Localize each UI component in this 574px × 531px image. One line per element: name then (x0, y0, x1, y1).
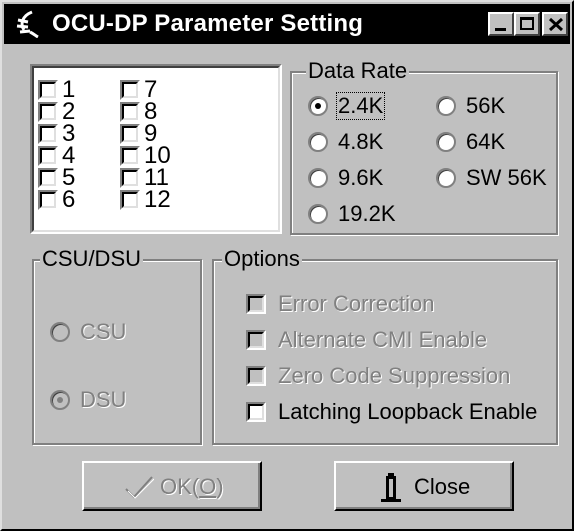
data-rate-2-4k-radio[interactable] (308, 96, 328, 116)
close-button-label: Close (414, 474, 471, 499)
ok-button-label: OK(O) (160, 474, 224, 499)
channel-12-checkbox[interactable] (120, 190, 140, 210)
channel-2-checkbox[interactable] (38, 102, 58, 122)
zero-code-suppression-label: Zero Code Suppression (278, 363, 511, 388)
title-bar[interactable]: OCU-DP Parameter Setting (4, 4, 570, 44)
zero-code-suppression-checkbox[interactable] (246, 366, 266, 386)
channel-6-checkbox[interactable] (38, 190, 58, 210)
data-rate-4-8k-radio[interactable] (308, 132, 328, 152)
door-exit-icon (381, 473, 401, 502)
data-rate-64k-radio[interactable] (436, 132, 456, 152)
channel-9-checkbox[interactable] (120, 124, 140, 144)
data-rate-19-2k-label[interactable]: 19.2K (338, 202, 396, 226)
channel-8-checkbox[interactable] (120, 102, 140, 122)
error-correction-checkbox[interactable] (246, 294, 266, 314)
data-rate-9-6k-radio[interactable] (308, 168, 328, 188)
minimize-button[interactable] (488, 12, 514, 36)
data-rate-legend: Data Rate (306, 58, 410, 83)
data-rate-64k-label[interactable]: 64K (466, 130, 505, 154)
dsu-radio[interactable] (50, 390, 70, 410)
data-rate-9-6k-label[interactable]: 9.6K (338, 166, 383, 190)
dsu-label: DSU (80, 387, 127, 412)
channel-5-checkbox[interactable] (38, 168, 58, 188)
channel-10-checkbox[interactable] (120, 146, 140, 166)
data-rate-56k-label[interactable]: 56K (466, 94, 505, 118)
channel-12-label: 12 (144, 186, 171, 213)
channel-1-checkbox[interactable] (38, 80, 58, 100)
close-button[interactable]: Close (334, 461, 514, 511)
data-rate-group: Data Rate (290, 59, 558, 235)
csu-dsu-legend: CSU/DSU (40, 246, 144, 271)
channel-11-checkbox[interactable] (120, 168, 140, 188)
data-rate-19-2k-radio[interactable] (308, 204, 328, 224)
alternate-cmi-enable-checkbox[interactable] (246, 330, 266, 350)
dialog-window: OCU-DP Parameter Setting Data Rate CSU/D… (0, 0, 574, 531)
ok-button[interactable]: OK(O) (82, 461, 262, 511)
csu-radio[interactable] (50, 322, 70, 342)
data-rate-sw-56k-radio[interactable] (436, 168, 456, 188)
window-title: OCU-DP Parameter Setting (52, 10, 364, 37)
app-icon (16, 10, 39, 38)
csu-dsu-group: CSU/DSU (32, 247, 202, 445)
error-correction-label: Error Correction (278, 291, 435, 316)
close-icon (548, 17, 564, 32)
maximize-button[interactable] (514, 12, 540, 36)
options-legend: Options (222, 246, 302, 271)
data-rate-56k-radio[interactable] (436, 96, 456, 116)
channel-4-checkbox[interactable] (38, 146, 58, 166)
channel-6-label: 6 (62, 186, 76, 213)
data-rate-sw-56k-label[interactable]: SW 56K (466, 166, 547, 190)
latching-loopback-enable-checkbox[interactable] (246, 402, 266, 422)
csu-label: CSU (80, 319, 127, 344)
close-window-button[interactable] (542, 12, 568, 36)
alternate-cmi-enable-label: Alternate CMI Enable (278, 327, 488, 352)
checkmark-icon (125, 476, 154, 499)
maximize-icon (520, 17, 534, 30)
data-rate-2-4k-label[interactable]: 2.4K (335, 92, 386, 120)
channel-7-checkbox[interactable] (120, 80, 140, 100)
latching-loopback-enable-label: Latching Loopback Enable (278, 399, 538, 424)
minimize-icon (495, 28, 506, 31)
data-rate-4-8k-label[interactable]: 4.8K (338, 130, 383, 154)
channel-3-checkbox[interactable] (38, 124, 58, 144)
